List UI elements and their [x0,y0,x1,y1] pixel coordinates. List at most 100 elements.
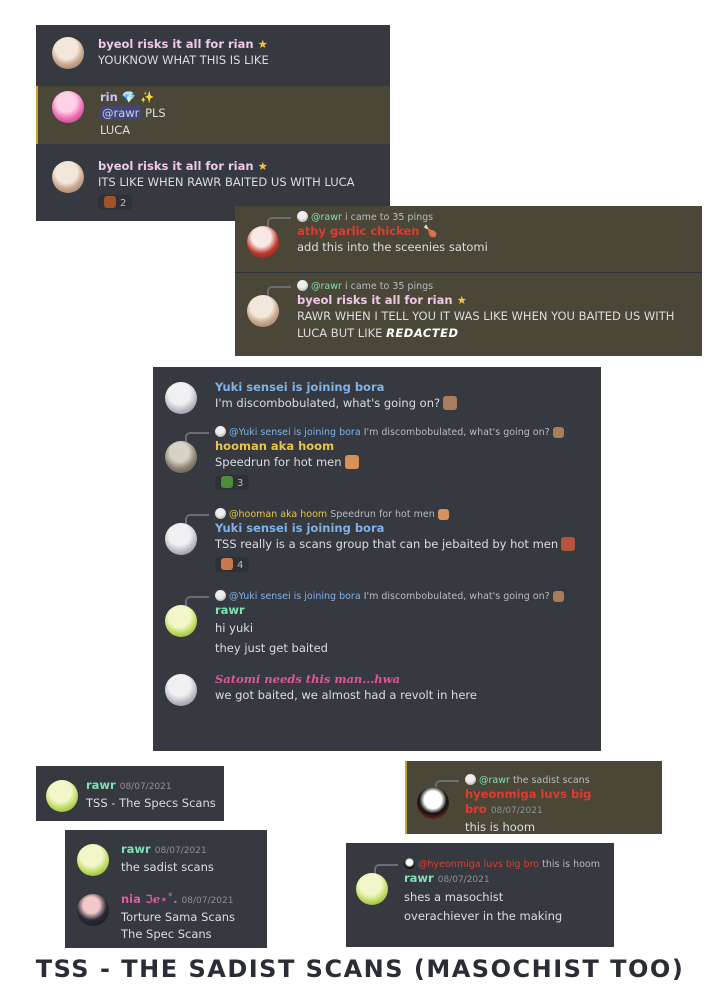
username[interactable]: rin [100,90,118,104]
username[interactable]: hooman aka hoom [215,439,601,454]
message-text: add this into the sceenies satomi [297,240,488,254]
message-text: we got baited, we almost had a revolt in… [215,688,477,702]
message-text: hi yuki [215,621,254,635]
username[interactable]: byeol risks it all for rian [297,293,453,307]
message-text: RAWR WHEN I TELL YOU IT WAS LIKE WHEN YO… [297,309,675,340]
avatar[interactable] [52,37,84,69]
reaction[interactable]: 3 [215,475,250,490]
reaction-count: 3 [237,478,244,489]
avatar[interactable] [165,382,197,414]
message: byeol risks it all for rian ★ YOUKNOW WH… [36,25,390,71]
message-text: TSS really is a scans group that can be … [215,537,559,551]
dog-emoji-icon [443,396,458,410]
timestamp: 08/07/2021 [181,896,234,906]
avatar[interactable] [165,605,197,637]
reply-message: @rawr i came to 35 pings athy garlic chi… [235,206,702,268]
page-caption: TSS - THE SADIST SCANS (MASOCHIST TOO) [35,955,685,983]
hot-men-emoji-icon [437,509,449,520]
reaction-count: 4 [237,560,244,571]
username[interactable]: rawr [404,871,434,885]
reply-preview[interactable]: @Yuki sensei is joining bora I'm discomb… [153,590,601,608]
message: nia ℑℯ⋆˚. 08/07/2021 Torture Sama Scans T… [65,876,267,943]
message-text: they just get baited [215,641,328,655]
message-text: The Spec Scans [121,927,212,941]
reply-preview[interactable]: @rawr the sadist scans [407,774,662,792]
reply-preview[interactable]: @hooman aka hoom Speedrun for hot men [153,508,601,526]
mini-avatar [215,508,226,519]
username[interactable]: nia ℑℯ⋆˚. [121,892,178,906]
message-text: ITS LIKE WHEN RAWR BAITED US WITH LUCA [98,175,355,189]
reaction[interactable]: 4 [215,557,250,572]
message: byeol risks it all for rian ★ ITS LIKE W… [36,159,390,210]
chat-panel-2: @rawr i came to 35 pings athy garlic chi… [235,206,702,356]
avatar[interactable] [247,226,279,258]
reply-preview[interactable]: @Yuki sensei is joining bora I'm discomb… [153,426,601,444]
timestamp: 08/07/2021 [119,782,172,792]
message-text: the sadist scans [121,860,214,874]
mini-avatar [404,858,415,869]
mini-avatar [215,426,226,437]
avatar[interactable] [165,674,197,706]
username[interactable]: Satomi needs this man...hwa [215,672,601,687]
dog-emoji-icon [552,591,564,602]
avatar[interactable] [52,161,84,193]
message-text: LUCA [100,123,131,137]
mini-avatar [297,280,308,291]
username[interactable]: byeol risks it all for rian [98,159,254,173]
avatar[interactable] [165,441,197,473]
message-text: TSS - The Specs Scans [86,796,216,810]
mini-avatar [215,590,226,601]
avatar[interactable] [165,523,197,555]
message: rawr 08/07/2021 TSS - The Specs Scans [36,766,224,812]
avatar[interactable] [46,780,78,812]
star-icon: ★ [257,37,268,51]
reply-preview[interactable]: @rawr i came to 35 pings [235,211,702,229]
avatar[interactable] [52,91,84,123]
mention[interactable]: @rawr [100,106,142,120]
mini-avatar [465,774,476,785]
redacted-text: REDACTED [386,326,459,340]
hot-men-emoji-icon [561,537,576,551]
message-text: Torture Sama Scans [121,910,236,924]
chat-panel-3: Yuki sensei is joining bora I'm discombo… [153,367,601,751]
chicken-leg-icon: 🍗 [423,224,438,238]
username[interactable]: byeol risks it all for rian [98,37,254,51]
timestamp: 08/07/2021 [490,806,543,816]
reaction[interactable]: 2 [98,195,133,210]
chat-panel-7: @hyeonmiga luvs big bro this is hoom raw… [346,843,614,947]
avatar[interactable] [417,787,449,819]
chat-panel-1: byeol risks it all for rian ★ YOUKNOW WH… [36,25,390,221]
avatar[interactable] [356,873,388,905]
reply-preview[interactable]: @hyeonmiga luvs big bro this is hoom [346,858,614,876]
username[interactable]: rawr [121,842,151,856]
dog-emoji-icon [552,427,564,438]
mini-avatar [297,211,308,222]
message-text: this is hoom [465,820,536,834]
message-text: Speedrun for hot men [215,455,342,469]
username[interactable]: athy garlic chicken [297,224,419,238]
message: Yuki sensei is joining bora I'm discombo… [153,380,601,414]
username[interactable]: Yuki sensei is joining bora [215,521,601,536]
reaction-emoji-icon [221,476,233,488]
reply-message: @Yuki sensei is joining bora I'm discomb… [153,590,601,658]
chat-panel-5: @rawr the sadist scans hyeonmiga luvs bi… [405,761,662,834]
username[interactable]: Yuki sensei is joining bora [215,380,601,395]
sparkles-icon: ✨ [140,90,155,104]
chat-panel-4: rawr 08/07/2021 TSS - The Specs Scans [36,766,224,821]
message: Satomi needs this man...hwa we got baite… [153,672,601,706]
diamond-icon: 💎 [121,90,137,104]
username[interactable]: rawr [215,603,601,618]
message-text: shes a masochist [404,890,504,904]
avatar[interactable] [77,894,109,926]
reply-message: @hooman aka hoom Speedrun for hot men Yu… [153,508,601,572]
avatar[interactable] [247,295,279,327]
message-highlighted: rin 💎 ✨ @rawr PLS LUCA [36,86,390,144]
avatar[interactable] [77,844,109,876]
reply-preview[interactable]: @rawr i came to 35 pings [235,280,702,298]
username[interactable]: rawr [86,778,116,792]
reaction-count: 2 [120,198,127,209]
timestamp: 08/07/2021 [437,875,490,885]
message: rawr 08/07/2021 the sadist scans [65,830,267,876]
star-icon: ★ [257,159,268,173]
message-text: PLS [145,106,166,120]
